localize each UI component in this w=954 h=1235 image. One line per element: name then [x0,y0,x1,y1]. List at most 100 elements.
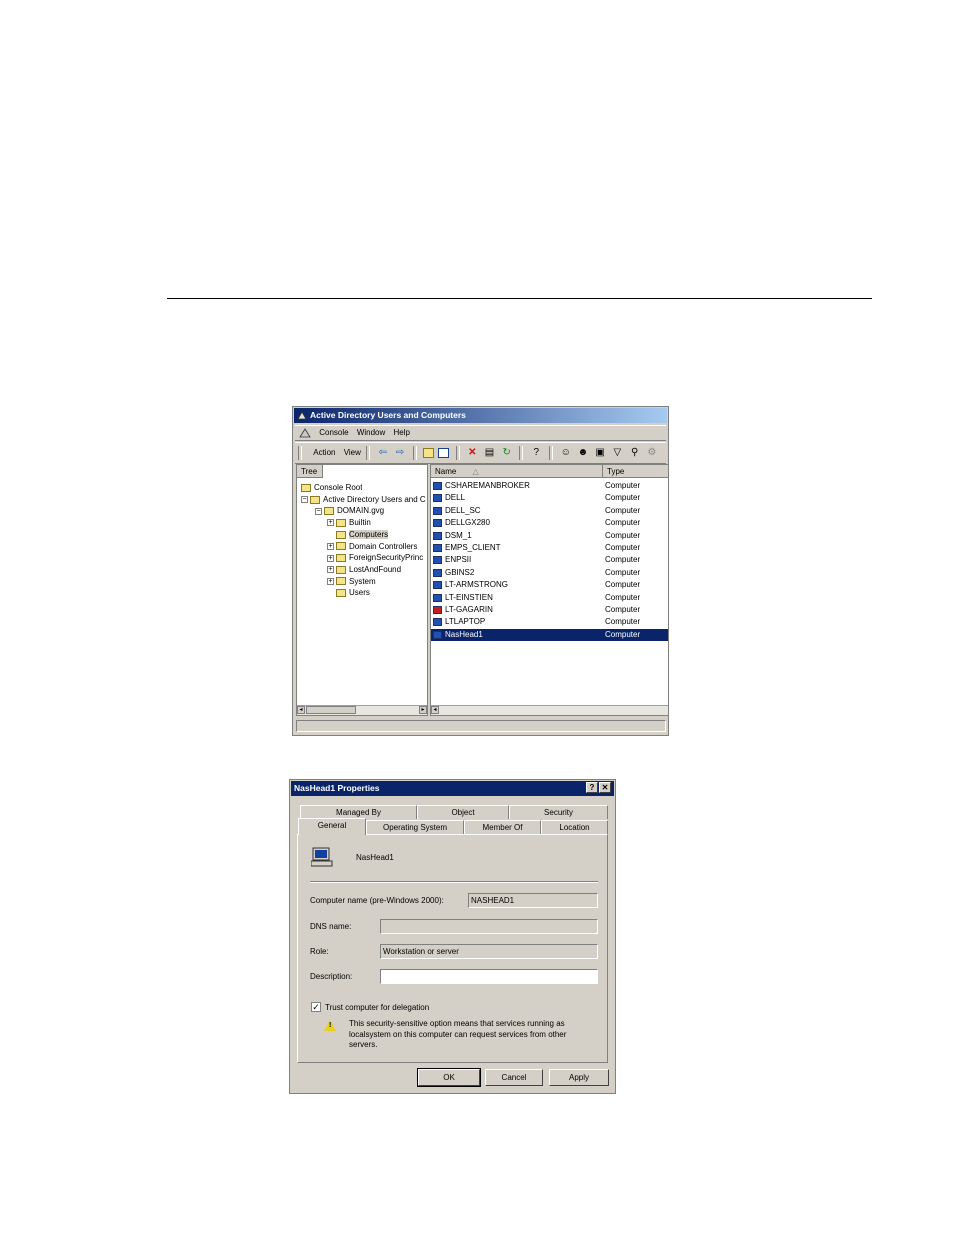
list-item-name: GBINS2 [445,567,475,577]
list-item[interactable]: LT-GAGARIN Computer [431,604,668,616]
list-horizontal-scrollbar[interactable]: ◂ [431,705,668,715]
window-titlebar[interactable]: Active Directory Users and Computers [294,408,667,423]
dialog-titlebar[interactable]: NasHead1 Properties [291,781,614,796]
forward-arrow-icon[interactable]: ⇨ [394,446,407,459]
find-icon[interactable]: ⚲ [628,446,641,459]
collapse-minus-icon[interactable]: − [315,507,322,515]
close-icon[interactable]: ✕ [599,782,611,793]
tree-node[interactable]: Computers [327,529,389,540]
help-icon[interactable]: ? [530,446,543,459]
list-item[interactable]: CSHAREMANBROKER Computer [431,480,668,492]
tab-member-of[interactable]: Member Of [464,820,541,834]
warning-icon: ! [324,1020,336,1031]
menu-action[interactable]: Action [313,448,335,457]
status-bar [296,720,666,732]
list-item[interactable]: GBINS2 Computer [431,567,668,579]
menu-view[interactable]: View [344,448,361,457]
expand-plus-icon[interactable]: + [327,554,334,562]
list-item[interactable]: DELL_SC Computer [431,505,668,517]
show-hide-tree-icon[interactable] [438,447,450,458]
tree-node-label: LostAndFound [349,564,402,574]
collapse-minus-icon[interactable]: − [301,496,308,504]
tab-managed-by[interactable]: Managed By [300,805,417,819]
scroll-left-button[interactable]: ◂ [431,706,439,714]
tree-node[interactable]: − Active Directory Users and C [301,494,426,505]
list-item[interactable]: DSM_1 Computer [431,530,668,542]
result-pane[interactable]: Name △ Type CSHAREMANBROKER Computer DELL C… [430,464,668,716]
tree-node-label: Console Root [314,483,363,492]
name-column-header[interactable]: Name △ [431,465,603,478]
tab-location[interactable]: Location [541,820,608,834]
menu-window[interactable]: Window [357,428,385,437]
name-column-label: Name [435,467,457,476]
expand-plus-icon[interactable]: + [327,577,334,585]
tab-operating-system[interactable]: Operating System [366,820,464,834]
new-group-icon[interactable]: ☻ [576,446,589,459]
scroll-right-button[interactable]: ▸ [419,706,427,714]
up-folder-icon[interactable] [423,447,435,458]
list-item-name: DELL [445,493,466,503]
tree-node[interactable]: Console Root [301,482,362,493]
tree-node-label: Domain Controllers [349,541,418,551]
computer-icon [433,630,442,639]
delete-x-icon[interactable]: ✕ [466,446,479,459]
ok-button[interactable]: OK [417,1068,481,1087]
list-item[interactable]: ENPSII Computer [431,554,668,566]
new-user-icon[interactable]: ☺ [559,446,572,459]
tree-node[interactable]: + Builtin [327,517,371,528]
tree-node[interactable]: + Domain Controllers [327,541,417,552]
expand-plus-icon[interactable]: + [327,542,334,550]
description-input[interactable] [380,969,598,984]
help-question-icon[interactable]: ? [586,782,598,793]
list-item-type: Computer [605,542,641,552]
list-item-name: LTLAPTOP [445,617,486,627]
menu-console[interactable]: Console [319,428,348,437]
list-item[interactable]: LT-ARMSTRONG Computer [431,579,668,591]
tree-node[interactable]: + System [327,576,376,587]
scroll-thumb[interactable] [306,706,356,714]
tree-node-label: DOMAIN.gvg [337,506,385,516]
expand-plus-icon[interactable]: + [327,519,334,527]
tab-general[interactable]: General [298,818,366,835]
scroll-left-button[interactable]: ◂ [297,706,305,714]
computer-icon [433,482,442,490]
menu-help[interactable]: Help [394,428,410,437]
list-item[interactable]: DELL Computer [431,492,668,504]
computer-icon [433,543,442,552]
tree-node[interactable]: Users [327,587,370,598]
apply-button[interactable]: Apply [549,1069,609,1086]
pre2000-name-field: NASHEAD1 [468,893,598,908]
list-item-name: DELL_SC [445,505,481,515]
tab-object[interactable]: Object [417,805,509,819]
list-item[interactable]: LTLAPTOP Computer [431,616,668,628]
new-ou-icon[interactable]: ▣ [594,446,607,459]
refresh-icon[interactable]: ↻ [500,446,513,459]
list-item[interactable]: DELLGX280 Computer [431,517,668,529]
folder-icon [336,518,346,527]
tree-node[interactable]: + LostAndFound [327,564,401,575]
filter-icon[interactable]: ▽ [611,446,624,459]
list-item-type: Computer [605,567,641,577]
tree-horizontal-scrollbar[interactable]: ◂ ▸ [297,705,427,715]
tree-column-header[interactable]: Tree [297,465,323,478]
cancel-button[interactable]: Cancel [485,1069,543,1086]
dns-name-field [380,919,598,934]
tree-node[interactable]: + ForeignSecurityPrinc [327,552,423,563]
list-item[interactable]: NasHead1 Computer [431,628,668,642]
window-title: Active Directory Users and Computers [310,410,466,420]
tree-pane[interactable]: Tree Console Root − Active Directory Users… [296,464,428,716]
tab-security[interactable]: Security [509,805,608,819]
tree-node-label: System [349,576,376,586]
properties-icon[interactable]: ▤ [483,446,496,459]
expand-plus-icon[interactable]: + [327,566,334,574]
list-item[interactable]: EMPS_CLIENT Computer [431,542,668,554]
add-to-group-icon[interactable]: ⚙ [645,446,658,459]
back-arrow-icon[interactable]: ⇦ [376,446,389,459]
trust-delegation-label[interactable]: Trust computer for delegation [325,1003,429,1012]
list-item[interactable]: LT-EINSTIEN Computer [431,592,668,604]
list-item-type: Computer [605,604,641,614]
tree-node[interactable]: − DOMAIN.gvg [315,505,384,516]
trust-delegation-checkbox[interactable]: ✓ [311,1002,321,1012]
pre2000-name-label: Computer name (pre-Windows 2000): [310,896,444,905]
type-column-header[interactable]: Type [603,465,668,478]
